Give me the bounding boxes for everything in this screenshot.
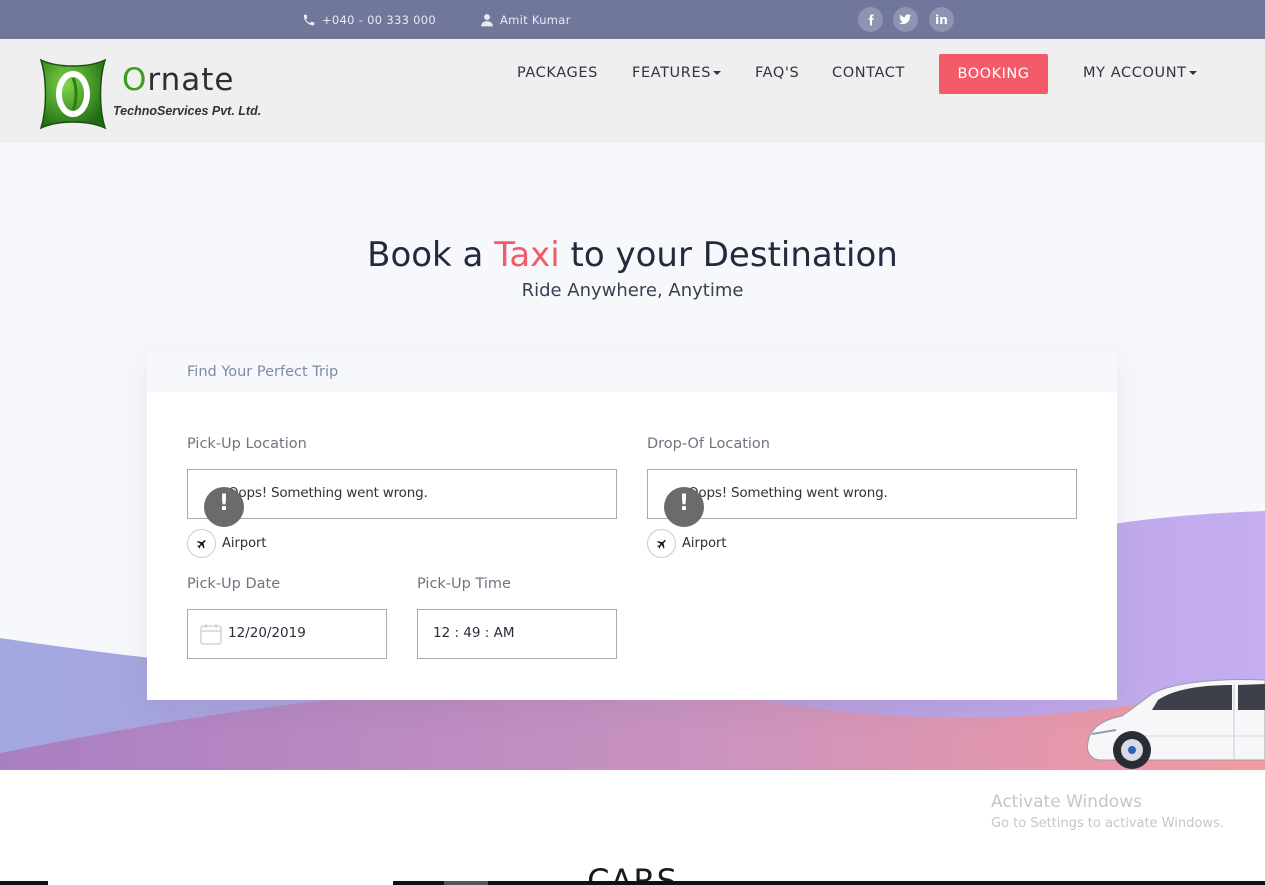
user-account-link[interactable]: Amit Kumar [480, 0, 571, 39]
phone-icon [303, 14, 315, 25]
pickup-date-label: Pick-Up Date [187, 576, 281, 592]
dropoff-airport-toggle[interactable]: Airport [647, 529, 727, 558]
pickup-date-value: 12/20/2019 [228, 625, 306, 641]
dropoff-location-label: Drop-Of Location [647, 436, 770, 452]
card-header-title: Find Your Perfect Trip [187, 364, 339, 380]
watermark-line1: Activate Windows [991, 792, 1142, 812]
nav-contact[interactable]: CONTACT [832, 65, 905, 81]
nav-faqs[interactable]: FAQ'S [755, 65, 799, 81]
dropoff-location-input[interactable]: Oops! Something went wrong. ! [647, 469, 1077, 527]
caret-down-icon [1188, 71, 1197, 75]
facebook-icon[interactable] [858, 7, 883, 32]
brand-name: Ornate [122, 62, 235, 98]
calendar-icon [200, 624, 222, 645]
nav-my-account[interactable]: MY ACCOUNT [1083, 65, 1197, 81]
booking-button[interactable]: BOOKING [939, 54, 1048, 94]
phone-number: +040 - 00 333 000 [322, 12, 436, 27]
logo-icon[interactable] [33, 54, 113, 134]
pickup-time-label: Pick-Up Time [417, 576, 511, 592]
dropoff-error-message: Oops! Something went wrong. [688, 485, 888, 501]
pickup-location-input[interactable]: Oops! Something went wrong. ! [187, 469, 617, 527]
hero-title: Book a Taxi to your Destination [367, 235, 898, 275]
alert-icon: ! [204, 487, 244, 527]
car-image [1087, 679, 1265, 769]
pickup-airport-label: Airport [222, 536, 267, 551]
nav-packages[interactable]: PACKAGES [517, 65, 598, 81]
top-bar: +040 - 00 333 000 Amit Kumar in [0, 0, 1265, 39]
watermark-line2: Go to Settings to activate Windows. [991, 816, 1224, 831]
user-name: Amit Kumar [500, 12, 571, 27]
airplane-icon [187, 529, 216, 558]
user-icon [481, 13, 493, 26]
card-header: Find Your Perfect Trip [147, 353, 1117, 392]
phone-contact[interactable]: +040 - 00 333 000 [302, 0, 436, 39]
site-header: Ornate TechnoServices Pvt. Ltd. PACKAGES… [0, 39, 1265, 143]
pickup-error-message: Oops! Something went wrong. [228, 485, 428, 501]
trip-search-card: Find Your Perfect Trip Pick-Up Location … [147, 353, 1117, 700]
hero-subtitle: Ride Anywhere, Anytime [521, 280, 744, 301]
pickup-date-input[interactable]: 12/20/2019 [187, 609, 387, 659]
twitter-icon[interactable] [893, 7, 918, 32]
brand-subtitle: TechnoServices Pvt. Ltd. [113, 104, 262, 118]
pickup-airport-toggle[interactable]: Airport [187, 529, 267, 558]
pickup-time-input[interactable]: 12 : 49 : AM [417, 609, 617, 659]
windows-activation-watermark: Activate Windows Go to Settings to activ… [991, 792, 1224, 831]
hero-section: Book a Taxi to your Destination Ride Any… [0, 143, 1265, 770]
bottom-scroll-strip [0, 881, 1265, 885]
nav-features[interactable]: FEATURES [632, 65, 722, 81]
alert-icon: ! [664, 487, 704, 527]
airplane-icon [647, 529, 676, 558]
dropoff-airport-label: Airport [682, 536, 727, 551]
pickup-time-value: 12 : 49 : AM [433, 625, 515, 641]
pickup-location-label: Pick-Up Location [187, 436, 307, 452]
linkedin-icon[interactable]: in [929, 7, 954, 32]
caret-down-icon [713, 71, 722, 75]
